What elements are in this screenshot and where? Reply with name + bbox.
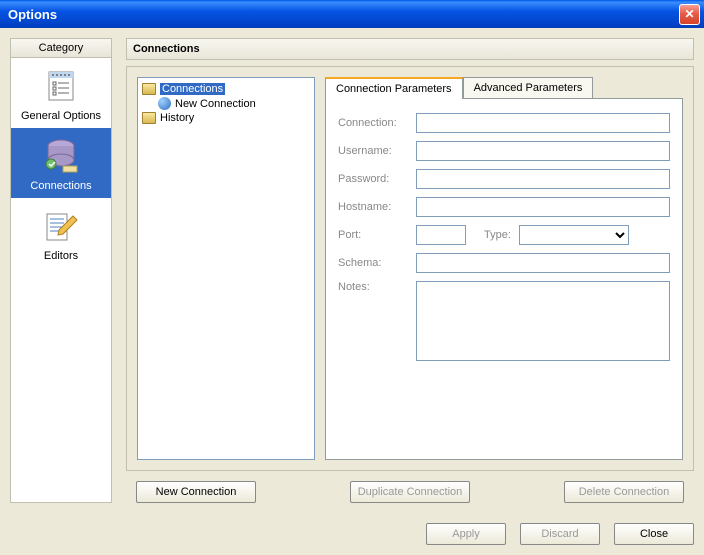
username-input[interactable]	[416, 141, 670, 161]
sidebar-item-label: General Options	[15, 110, 107, 122]
tree-label: History	[160, 112, 194, 124]
duplicate-connection-button[interactable]: Duplicate Connection	[350, 481, 470, 503]
tree-item-connections[interactable]: Connections	[140, 82, 312, 96]
sidebar-items: General Options Connections Editors	[11, 58, 111, 502]
discard-button[interactable]: Discard	[520, 523, 600, 545]
close-icon[interactable]: ✕	[679, 4, 700, 25]
folder-icon	[142, 83, 156, 95]
notes-textarea[interactable]	[416, 281, 670, 361]
connection-buttons: New Connection Duplicate Connection Dele…	[126, 471, 694, 503]
window-title: Options	[4, 7, 679, 22]
port-label: Port:	[338, 229, 408, 241]
titlebar: Options ✕	[0, 0, 704, 28]
close-button[interactable]: Close	[614, 523, 694, 545]
schema-label: Schema:	[338, 257, 408, 269]
folder-icon	[142, 112, 156, 124]
connection-input[interactable]	[416, 113, 670, 133]
content: Connections Connections New Connection H…	[126, 38, 694, 503]
password-label: Password:	[338, 173, 408, 185]
tree-item-new-connection[interactable]: New Connection	[140, 96, 312, 111]
connections-tree[interactable]: Connections New Connection History	[137, 77, 315, 460]
delete-connection-button[interactable]: Delete Connection	[564, 481, 684, 503]
port-input[interactable]	[416, 225, 466, 245]
editor-icon	[41, 206, 81, 246]
content-header: Connections	[126, 38, 694, 60]
main-area: Category General Options Connections	[10, 38, 694, 503]
connection-label: Connection:	[338, 117, 408, 129]
tree-label: New Connection	[175, 98, 256, 110]
schema-input[interactable]	[416, 253, 670, 273]
tab-connection-parameters[interactable]: Connection Parameters	[325, 77, 463, 99]
tab-advanced-parameters[interactable]: Advanced Parameters	[463, 77, 594, 98]
new-connection-button[interactable]: New Connection	[136, 481, 256, 503]
username-label: Username:	[338, 145, 408, 157]
sidebar-item-label: Connections	[15, 180, 107, 192]
sidebar-item-general-options[interactable]: General Options	[11, 58, 111, 128]
tree-item-history[interactable]: History	[140, 111, 312, 125]
notepad-icon	[41, 66, 81, 106]
window-body: Category General Options Connections	[0, 28, 704, 555]
tree-label: Connections	[160, 83, 225, 95]
apply-button[interactable]: Apply	[426, 523, 506, 545]
type-select[interactable]	[519, 225, 629, 245]
footer-buttons: Apply Discard Close	[10, 513, 694, 545]
content-body: Connections New Connection History Conne…	[126, 66, 694, 471]
hostname-input[interactable]	[416, 197, 670, 217]
tabs: Connection Parameters Advanced Parameter…	[325, 77, 683, 98]
notes-label: Notes:	[338, 281, 408, 293]
sidebar-item-editors[interactable]: Editors	[11, 198, 111, 268]
category-sidebar: Category General Options Connections	[10, 38, 112, 503]
sidebar-item-label: Editors	[15, 250, 107, 262]
sidebar-header: Category	[11, 39, 111, 58]
database-icon	[41, 136, 81, 176]
hostname-label: Hostname:	[338, 201, 408, 213]
tab-content: Connection: Username: Password: Hos	[325, 98, 683, 460]
globe-icon	[158, 97, 171, 110]
sidebar-item-connections[interactable]: Connections	[11, 128, 111, 198]
type-label: Type:	[484, 229, 511, 241]
form-pane: Connection Parameters Advanced Parameter…	[325, 77, 683, 460]
password-input[interactable]	[416, 169, 670, 189]
